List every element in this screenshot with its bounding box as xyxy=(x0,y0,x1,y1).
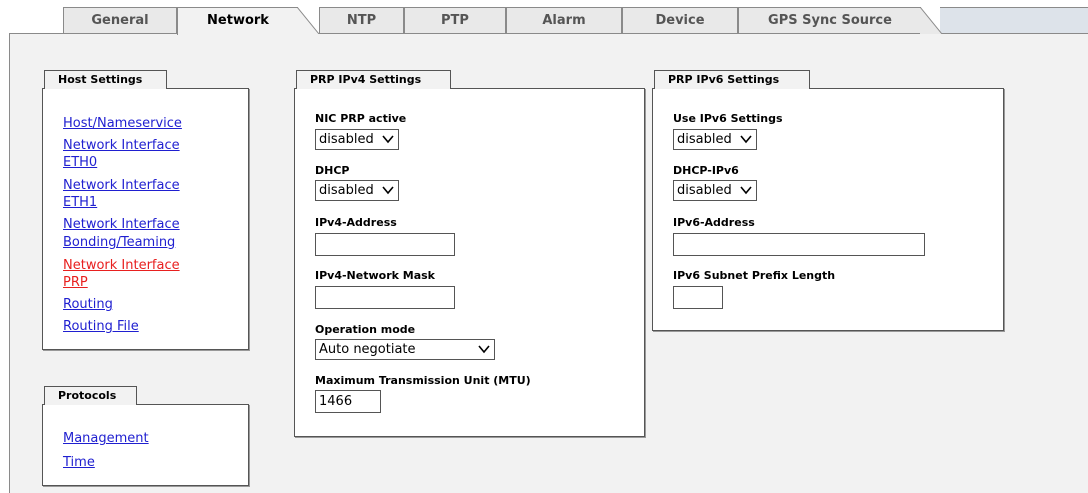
chevron-down-icon xyxy=(740,186,752,195)
tab-ptp[interactable]: PTP xyxy=(404,7,506,34)
nic-prp-active-value: disabled xyxy=(319,132,374,147)
dhcp-ipv6-value: disabled xyxy=(677,183,732,198)
ipv6-prefix-label: IPv6 Subnet Prefix Length xyxy=(673,269,836,282)
tab-ntp[interactable]: NTP xyxy=(319,7,404,34)
link-management[interactable]: Management xyxy=(63,430,149,447)
ipv4-netmask-label: IPv4-Network Mask xyxy=(315,269,435,282)
tab-alarm[interactable]: Alarm xyxy=(506,7,622,34)
mtu-input[interactable]: 1466 xyxy=(315,390,381,413)
link-routing-file[interactable]: Routing File xyxy=(63,318,139,335)
nic-prp-active-select[interactable]: disabled xyxy=(315,129,399,150)
link-network-interface-eth1-line2[interactable]: ETH1 xyxy=(63,194,97,211)
dhcp-ipv6-select[interactable]: disabled xyxy=(673,180,757,201)
use-ipv6-label: Use IPv6 Settings xyxy=(673,112,783,125)
use-ipv6-select[interactable]: disabled xyxy=(673,129,757,150)
tab-general[interactable]: General xyxy=(63,7,177,34)
protocols-legend: Protocols xyxy=(44,386,137,405)
link-network-interface-prp-line1[interactable]: Network Interface xyxy=(63,257,180,274)
tab-network[interactable]: Network xyxy=(177,7,298,35)
chevron-down-icon xyxy=(382,135,394,144)
tab-bar: General Network NTP PTP Alarm Device GPS… xyxy=(0,0,1088,35)
link-network-interface-bonding-line2[interactable]: Bonding/Teaming xyxy=(63,234,175,251)
chevron-down-icon xyxy=(382,186,394,195)
dhcp-value: disabled xyxy=(319,183,374,198)
use-ipv6-value: disabled xyxy=(677,132,732,147)
ipv4-netmask-input[interactable] xyxy=(315,286,455,309)
link-routing[interactable]: Routing xyxy=(63,296,113,313)
ipv4-address-label: IPv4-Address xyxy=(315,216,397,229)
link-network-interface-eth1-line1[interactable]: Network Interface xyxy=(63,177,180,194)
link-time[interactable]: Time xyxy=(63,454,95,471)
dhcp-label: DHCP xyxy=(315,164,350,177)
tab-bar-filler xyxy=(940,7,1088,33)
chevron-down-icon xyxy=(478,345,490,354)
ipv6-address-input[interactable] xyxy=(673,233,925,256)
ipv4-address-input[interactable] xyxy=(315,233,455,256)
tab-gps-sync-source[interactable]: GPS Sync Source xyxy=(738,7,921,34)
host-settings-legend: Host Settings xyxy=(44,70,167,89)
operation-mode-label: Operation mode xyxy=(315,323,416,336)
prp-ipv4-legend: PRP IPv4 Settings xyxy=(296,70,451,89)
chevron-down-icon xyxy=(740,135,752,144)
dhcp-select[interactable]: disabled xyxy=(315,180,399,201)
tab-gps-slant xyxy=(920,7,942,34)
link-network-interface-eth0-line1[interactable]: Network Interface xyxy=(63,137,180,154)
link-network-interface-prp-line2[interactable]: PRP xyxy=(63,274,88,291)
link-network-interface-bonding-line1[interactable]: Network Interface xyxy=(63,216,180,233)
operation-mode-select[interactable]: Auto negotiate xyxy=(315,339,495,360)
ipv6-address-label: IPv6-Address xyxy=(673,216,755,229)
nic-prp-active-label: NIC PRP active xyxy=(315,112,407,125)
prp-ipv6-legend: PRP IPv6 Settings xyxy=(654,70,810,89)
ipv6-prefix-input[interactable] xyxy=(673,286,723,309)
link-host-nameservice[interactable]: Host/Nameservice xyxy=(63,115,182,132)
tab-network-slant xyxy=(297,7,319,34)
dhcp-ipv6-label: DHCP-IPv6 xyxy=(673,164,739,177)
tab-device[interactable]: Device xyxy=(622,7,738,34)
operation-mode-value: Auto negotiate xyxy=(319,342,416,357)
link-network-interface-eth0-line2[interactable]: ETH0 xyxy=(63,154,97,171)
mtu-label: Maximum Transmission Unit (MTU) xyxy=(315,374,531,387)
